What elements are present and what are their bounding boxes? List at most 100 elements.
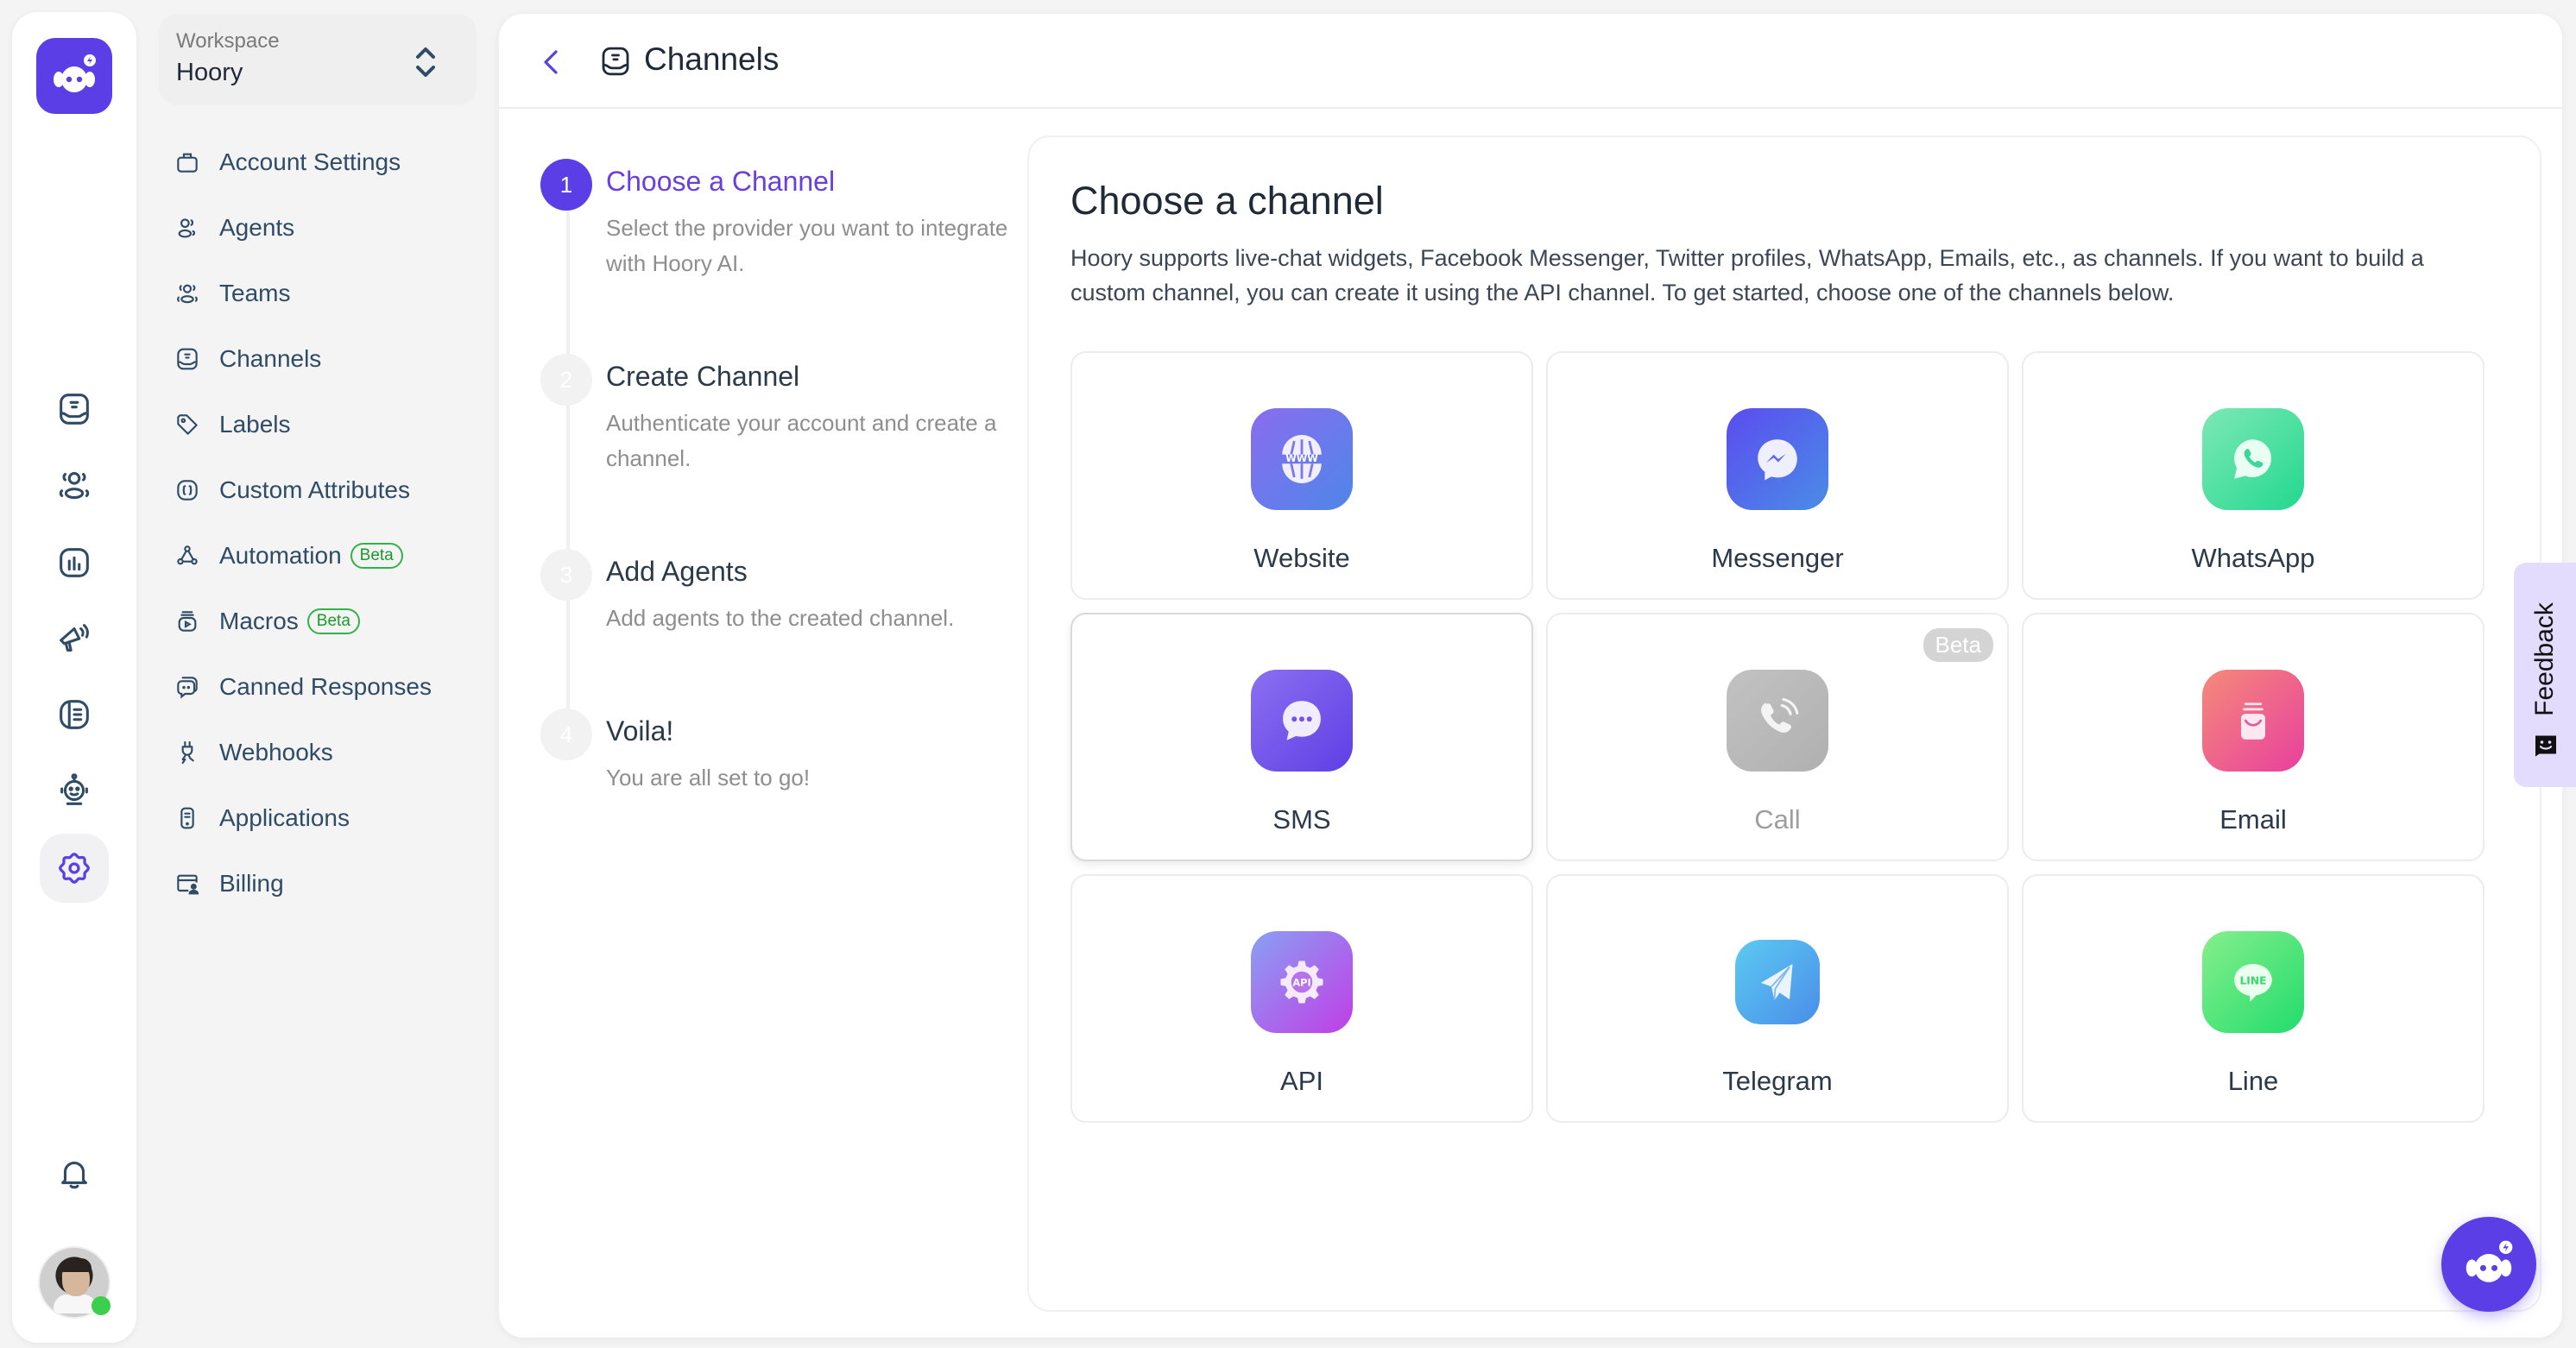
avatar-shirt [54,1294,97,1313]
menu-item-label: Automation [219,542,342,569]
channel-icon-bg [2202,670,2304,772]
billing-icon [173,869,202,898]
workspace-switcher[interactable]: Workspace Hoory [159,14,477,105]
channels-icon [602,47,629,76]
channel-picker-card: Choose a channel Hoory supports live-cha… [1027,135,2541,1312]
menu-item-label: Custom Attributes [219,476,410,503]
channel-card-telegram[interactable]: Telegram [1546,874,2009,1123]
teams-icon [173,279,202,308]
step-description: Add agents to the created channel. [606,605,955,631]
line-icon: LINE [2234,964,2272,1002]
menu-item-billing[interactable]: Billing [173,851,432,917]
channel-card-email[interactable]: Email [2022,613,2484,861]
primary-nav-rail [12,12,136,1343]
contacts-icon [59,472,90,500]
channel-label: Call [1754,804,1801,835]
rail-reports[interactable] [40,528,109,597]
chat-bot-launcher[interactable] [2441,1217,2536,1312]
macros-icon [173,607,202,636]
step-title: Create Channel [606,361,800,392]
channel-card-call: Beta Call [1546,613,2009,861]
step-number: 3 [540,549,592,601]
step-description: You are all set to go! [606,765,811,791]
rail-campaigns[interactable] [40,604,109,673]
email-icon [2241,702,2265,740]
braces-icon [173,476,202,505]
menu-item-macros[interactable]: Macros Beta [173,589,432,654]
user-avatar[interactable] [38,1246,110,1319]
tag-icon [173,410,202,439]
settings-menu: Account Settings Agents Teams Channels L… [173,129,432,917]
reports-icon [60,548,89,577]
rail-settings[interactable] [40,834,109,903]
hoory-bot-icon [2466,1240,2513,1282]
menu-item-label: Agents [219,214,295,241]
svg-text:LINE: LINE [2240,975,2267,987]
svg-text:WWW: WWW [1285,452,1318,464]
feedback-tab[interactable]: Feedback [2514,563,2576,787]
channel-icon-bg [1727,670,1828,772]
step-title: Add Agents [606,556,748,587]
hoory-logo[interactable] [36,38,112,114]
channel-icon-bg [1727,408,1828,510]
chevron-up-down-icon [416,47,435,77]
step-number: 4 [540,709,592,760]
menu-item-webhooks[interactable]: Webhooks [173,720,432,785]
phone-call-icon [1761,697,1799,733]
menu-item-label: Applications [219,804,350,831]
channels-icon [173,344,202,374]
menu-item-channels[interactable]: Channels [173,326,432,392]
menu-item-applications[interactable]: Applications [173,785,432,851]
menu-item-label: Labels [219,411,291,438]
briefcase-icon [173,148,202,177]
channel-card-website[interactable]: WWW Website [1070,351,1533,600]
step-number: 2 [540,354,592,406]
rail-help-center[interactable] [40,680,109,749]
telegram-icon [1760,964,1793,1001]
bell-icon [61,1162,87,1189]
applications-icon [173,803,202,833]
feedback-label: Feedback [2530,602,2559,716]
menu-item-label: Account Settings [219,148,401,175]
step-title: Voila! [606,715,674,746]
menu-item-label: Billing [219,870,284,897]
main-panel: Channels 1 Choose a Channel Select the p… [499,14,2562,1338]
channel-label: Website [1253,543,1350,573]
rail-bot[interactable] [40,756,109,825]
menu-item-agents[interactable]: Agents [173,195,432,261]
svg-text:API: API [1292,977,1310,989]
back-button[interactable] [534,45,568,79]
inbox-icon [60,394,89,425]
steps-connector [566,204,570,747]
channel-label: SMS [1272,804,1331,835]
channel-icon-bg [1735,940,1820,1024]
whatsapp-icon [2234,439,2272,479]
menu-item-canned-responses[interactable]: Canned Responses [173,654,432,720]
rail-conversations[interactable] [40,375,109,444]
channel-card-line[interactable]: LINE Line [2022,874,2484,1123]
rail-notifications[interactable] [40,1139,109,1208]
menu-item-account-settings[interactable]: Account Settings [173,129,432,195]
channel-card-sms[interactable]: SMS [1070,613,1533,861]
menu-item-labels[interactable]: Labels [173,392,432,457]
channel-grid: WWW Website Messenger WhatsApp SMS Beta … [1070,351,2484,1123]
channel-label: Line [2227,1066,2279,1096]
menu-item-custom-attributes[interactable]: Custom Attributes [173,457,432,523]
canned-responses-icon [173,672,202,702]
automation-icon [173,541,202,570]
channel-card-whatsapp[interactable]: WhatsApp [2022,351,2484,600]
beta-badge: Beta [1923,628,1993,662]
channel-card-api[interactable]: API API [1070,874,1533,1123]
chevron-left-icon [544,50,558,74]
menu-item-label: Webhooks [219,739,333,765]
menu-item-teams[interactable]: Teams [173,261,432,326]
page-header: Channels [499,14,2562,109]
channel-label: Messenger [1711,543,1844,573]
menu-item-automation[interactable]: Automation Beta [173,523,432,589]
book-icon [60,700,89,729]
megaphone-icon [60,624,89,652]
messenger-icon [1758,439,1797,481]
channel-card-messenger[interactable]: Messenger [1546,351,2009,600]
rail-contacts[interactable] [40,450,109,520]
channel-label: API [1280,1066,1323,1096]
